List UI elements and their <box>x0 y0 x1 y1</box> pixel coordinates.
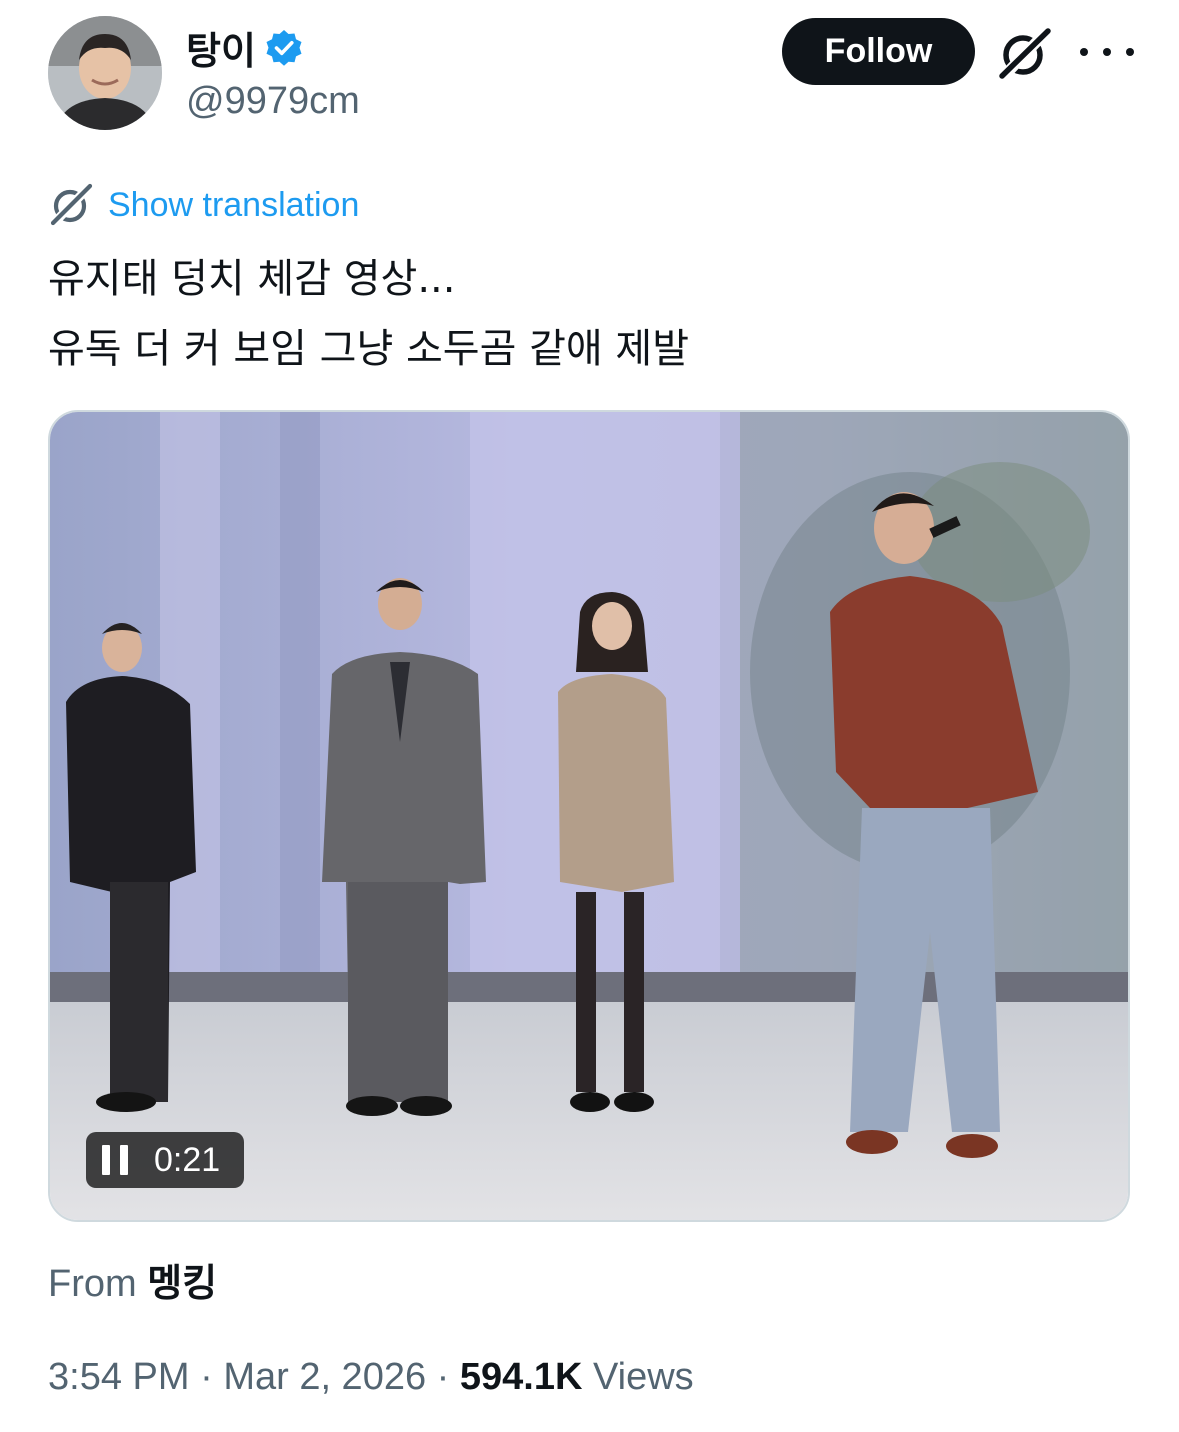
author-name[interactable]: 탕이 <box>186 20 256 75</box>
grok-icon[interactable] <box>996 26 1054 80</box>
video-player[interactable]: 0:21 <box>48 410 1130 1222</box>
media-source-name[interactable]: 멩킹 <box>147 1261 217 1305</box>
tweet-text-line: 유독 더 커 보임 그냥 소두곰 같애 제발 <box>48 326 690 372</box>
follow-button[interactable]: Follow <box>782 18 975 85</box>
dot-icon <box>1126 48 1134 56</box>
show-translation[interactable]: Show translation <box>48 182 359 228</box>
avatar-image <box>48 16 162 130</box>
author-handle[interactable]: @9979cm <box>186 80 360 123</box>
media-source-prefix: From <box>48 1263 137 1305</box>
verified-badge-icon[interactable] <box>264 28 304 68</box>
dot-icon <box>1080 48 1088 56</box>
tweet-header: 탕이 @9979cm Follow <box>0 0 1179 150</box>
tweet-date[interactable]: Mar 2, 2026 <box>223 1356 426 1398</box>
tweet-text: 유지태 덩치 체감 영상... 유독 더 커 보임 그냥 소두곰 같애 제발 <box>48 244 689 384</box>
more-options-button[interactable] <box>1080 28 1134 76</box>
meta-separator: · <box>200 1356 213 1398</box>
tweet-time[interactable]: 3:54 PM <box>48 1356 190 1398</box>
translate-icon <box>50 183 93 227</box>
video-frame <box>50 412 1128 1220</box>
show-translation-link[interactable]: Show translation <box>108 186 359 225</box>
dot-icon <box>1103 48 1111 56</box>
author-name-row: 탕이 <box>186 20 304 75</box>
views-label: Views <box>593 1356 694 1398</box>
meta-separator: · <box>436 1356 450 1398</box>
tweet-text-line: 유지태 덩치 체감 영상... <box>48 256 456 302</box>
tweet-meta: 3:54 PM · Mar 2, 2026 · 594.1K Views <box>48 1356 694 1399</box>
pause-icon[interactable] <box>102 1145 128 1175</box>
media-source: From 멩킹 <box>48 1252 217 1307</box>
avatar[interactable] <box>48 16 162 130</box>
video-controls: 0:21 <box>86 1132 244 1188</box>
views-count[interactable]: 594.1K <box>460 1356 583 1398</box>
video-timestamp: 0:21 <box>154 1140 221 1179</box>
